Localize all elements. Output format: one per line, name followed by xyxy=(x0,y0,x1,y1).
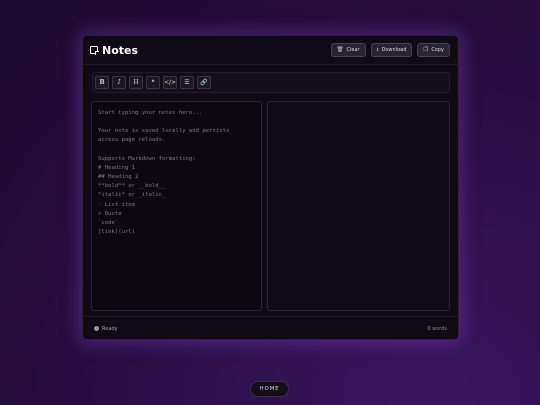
trash-icon: 🗑 xyxy=(336,47,344,53)
header-actions: 🗑 Clear ⭳ Download ❐ Copy xyxy=(330,43,450,57)
clear-button[interactable]: 🗑 Clear xyxy=(330,43,366,57)
notes-app-window: Notes 🗑 Clear ⭳ Download ❐ Copy B I H ❝ … xyxy=(82,35,459,340)
copy-icon: ❐ xyxy=(423,47,429,53)
note-icon xyxy=(90,46,99,55)
status-bar: Ready 0 words xyxy=(83,316,458,340)
editor-textarea[interactable]: Start typing your notes here... Your not… xyxy=(91,101,262,311)
copy-button[interactable]: ❐ Copy xyxy=(417,43,450,57)
app-title-group: Notes xyxy=(90,44,138,57)
status-indicator: Ready xyxy=(94,326,118,332)
clear-label: Clear xyxy=(346,47,360,53)
copy-label: Copy xyxy=(431,47,444,53)
bold-button[interactable]: B xyxy=(95,76,109,89)
code-button[interactable]: </> xyxy=(163,76,177,89)
download-icon: ⭳ xyxy=(376,46,379,53)
status-text: Ready xyxy=(102,325,118,332)
download-button[interactable]: ⭳ Download xyxy=(370,43,413,57)
link-button[interactable]: 🔗 xyxy=(197,76,211,89)
word-count: 0 words xyxy=(427,325,447,332)
list-button[interactable]: ☰ xyxy=(180,76,194,89)
format-toolbar: B I H ❝ </> ☰ 🔗 xyxy=(92,72,450,93)
italic-button[interactable]: I xyxy=(112,76,126,89)
quote-button[interactable]: ❝ xyxy=(146,76,160,89)
app-title: Notes xyxy=(102,43,139,57)
home-button[interactable]: HOME xyxy=(250,381,289,397)
heading-button[interactable]: H xyxy=(129,76,143,89)
download-label: Download xyxy=(381,47,407,53)
app-header: Notes 🗑 Clear ⭳ Download ❐ Copy xyxy=(83,36,458,65)
status-dot-icon xyxy=(94,326,99,331)
preview-pane xyxy=(267,101,450,311)
